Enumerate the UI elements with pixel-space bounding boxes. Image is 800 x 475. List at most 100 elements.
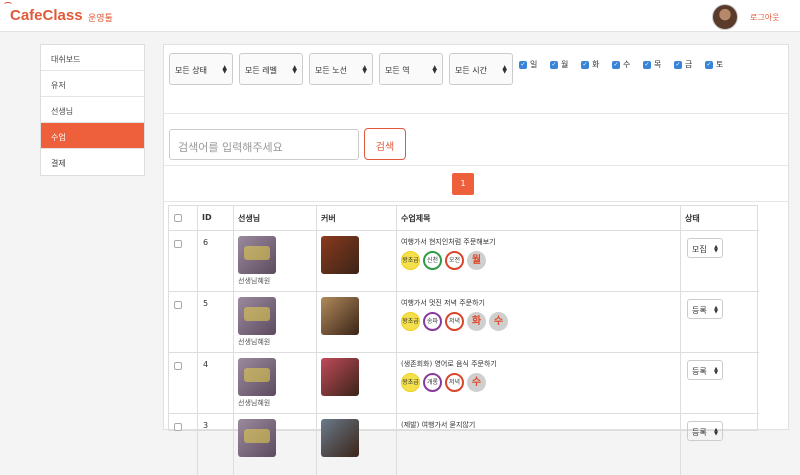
day-badge: 화 — [467, 312, 486, 331]
column-header: ID — [197, 206, 233, 230]
search-input[interactable]: 검색어를 입력해주세요 — [169, 129, 359, 160]
row-id: 5 — [203, 299, 209, 308]
avatar[interactable] — [712, 4, 738, 30]
row-id: 6 — [203, 238, 209, 247]
day-checkbox[interactable]: ✓ 화 — [581, 59, 599, 70]
day-checkbox[interactable]: ✓ 일 — [519, 59, 537, 70]
status-select[interactable]: 등록 ▲ ▼ — [687, 360, 723, 380]
status-cell: 모집 ▲ ▼ — [680, 231, 759, 292]
sidebar-item[interactable]: 결제 — [41, 149, 144, 175]
filter-select[interactable]: 모든 시간 ▲ ▼ — [449, 53, 513, 85]
class-title[interactable]: (제발) 여행가서 묻지않기 — [401, 420, 680, 430]
day-checkbox[interactable]: ✓ 월 — [550, 59, 568, 70]
chevron-updown-icon: ▲ ▼ — [714, 244, 718, 254]
status-cell: 등록 ▲ ▼ — [680, 414, 759, 475]
sidebar-item[interactable]: 유저 — [41, 71, 144, 97]
table-row[interactable]: 6 선생님혜원 여행가서 현지인처럼 주문해보기 왕초급 신천 오전 월 모집 ▲ ▼ — [169, 230, 759, 292]
row-checkbox[interactable] — [174, 301, 182, 309]
sidebar-item[interactable]: 대쉬보드 — [41, 45, 144, 71]
title-cell: 여행가서 현지인처럼 주문해보기왕초급 신천 오전 월 — [396, 231, 680, 292]
status-value: 등록 — [692, 306, 707, 315]
column-header: 상태 — [680, 206, 759, 230]
sidebar-item[interactable]: 선생님 — [41, 97, 144, 123]
chevron-updown-icon: ▲ ▼ — [714, 427, 718, 437]
status-value: 등록 — [692, 428, 707, 437]
top-navbar: CafeClass 운영툴 로그아웃 — [0, 0, 800, 32]
page-button-current[interactable]: 1 — [452, 173, 474, 195]
row-checkbox[interactable] — [174, 240, 182, 248]
level-badge: 왕초급 — [401, 251, 420, 270]
select-label: 모든 시간 — [455, 66, 487, 75]
cover-cell — [316, 231, 396, 292]
chevron-updown-icon: ▲ ▼ — [502, 64, 507, 75]
location-badge: 저녁 — [445, 373, 464, 392]
teacher-cell — [233, 414, 316, 475]
search-button[interactable]: 검색 — [364, 128, 406, 160]
select-label: 모든 상태 — [175, 66, 207, 75]
check-icon: ✓ — [519, 60, 527, 69]
chevron-updown-icon: ▲ ▼ — [432, 64, 437, 75]
filter-select[interactable]: 모든 노선 ▲ ▼ — [309, 53, 373, 85]
teacher-photo — [238, 297, 276, 335]
select-all-checkbox[interactable] — [174, 214, 182, 222]
logo[interactable]: CafeClass — [10, 7, 83, 24]
status-select[interactable]: 모집 ▲ ▼ — [687, 238, 723, 258]
sidebar-item[interactable]: 수업 — [41, 123, 144, 149]
table-row[interactable]: 4 선생님혜원 (생존회화) 영어로 음식 주문하기 왕초급 개롱 저녁 수 등록 ▲ ▼ — [169, 352, 759, 414]
row-checkbox[interactable] — [174, 362, 182, 370]
cover-cell — [316, 292, 396, 353]
filter-select[interactable]: 모든 역 ▲ ▼ — [379, 53, 443, 85]
teacher-name: 선생님혜원 — [238, 338, 271, 346]
chevron-updown-icon: ▲ ▼ — [714, 305, 718, 315]
row-id: 4 — [203, 360, 209, 369]
chevron-updown-icon: ▲ ▼ — [714, 366, 718, 376]
day-label: 수 — [623, 60, 631, 69]
table-row[interactable]: 5 선생님혜원 여행가서 멋진 저녁 주문하기 왕초급 송파 저녁 화 수 등록 ▲ ▼ — [169, 291, 759, 353]
select-label: 모든 역 — [385, 66, 410, 75]
day-checkbox[interactable]: ✓ 금 — [674, 59, 692, 70]
status-select[interactable]: 등록 ▲ ▼ — [687, 299, 723, 319]
chevron-updown-icon: ▲ ▼ — [292, 64, 297, 75]
day-badge: 수 — [467, 373, 486, 392]
location-badge: 오전 — [445, 251, 464, 270]
class-title[interactable]: 여행가서 멋진 저녁 주문하기 — [401, 298, 680, 308]
status-cell: 등록 ▲ ▼ — [680, 353, 759, 414]
teacher-name: 선생님혜원 — [238, 399, 271, 407]
column-header: 수업제목 — [396, 206, 680, 230]
day-checkbox[interactable]: ✓ 수 — [612, 59, 630, 70]
check-icon: ✓ — [550, 60, 558, 69]
teacher-photo — [238, 236, 276, 274]
teacher-cell: 선생님혜원 — [233, 353, 316, 414]
main-panel: 모든 상태 ▲ ▼ 모든 레벨 ▲ ▼ 모든 노선 ▲ ▼ 모든 역 ▲ ▼ 모든 시간 ▲ ▼ ✓ 일 ✓ 월 ✓… — [163, 44, 789, 475]
cover-image — [321, 419, 359, 457]
logout-link[interactable]: 로그아웃 — [750, 12, 779, 23]
row-id: 3 — [203, 421, 209, 430]
cover-image — [321, 236, 359, 274]
day-label: 목 — [654, 60, 662, 69]
badge-list: 왕초급 신천 오전 월 — [401, 251, 680, 270]
location-badge: 신천 — [423, 251, 442, 270]
day-label: 일 — [530, 60, 538, 69]
filter-select[interactable]: 모든 레벨 ▲ ▼ — [239, 53, 303, 85]
check-icon: ✓ — [581, 60, 589, 69]
column-header: 커버 — [316, 206, 396, 230]
check-icon: ✓ — [674, 60, 682, 69]
class-table: ID 선생님 커버 수업제목 상태 6 선생님혜원 여행가서 현지인처럼 주문해보기왕초급 신천… — [168, 205, 759, 475]
cover-cell — [316, 353, 396, 414]
status-select[interactable]: 등록 ▲ ▼ — [687, 421, 723, 441]
table-header-row: ID 선생님 커버 수업제목 상태 — [169, 206, 759, 230]
cover-image — [321, 358, 359, 396]
title-cell: (제발) 여행가서 묻지않기 — [396, 414, 680, 475]
check-icon: ✓ — [612, 60, 620, 69]
day-badge: 월 — [467, 251, 486, 270]
sidebar: 대쉬보드 유저 선생님 수업 결제 — [40, 44, 145, 176]
day-checkbox[interactable]: ✓ 목 — [643, 59, 661, 70]
admin-tools-link[interactable]: 운영툴 — [88, 11, 113, 24]
teacher-photo — [238, 419, 276, 457]
class-title[interactable]: (생존회화) 영어로 음식 주문하기 — [401, 359, 680, 369]
class-title[interactable]: 여행가서 현지인처럼 주문해보기 — [401, 237, 680, 247]
day-checkbox[interactable]: ✓ 토 — [705, 59, 723, 70]
filter-select[interactable]: 모든 상태 ▲ ▼ — [169, 53, 233, 85]
location-badge: 송파 — [423, 312, 442, 331]
table-row[interactable]: 3 (제발) 여행가서 묻지않기 등록 ▲ ▼ — [169, 413, 759, 475]
